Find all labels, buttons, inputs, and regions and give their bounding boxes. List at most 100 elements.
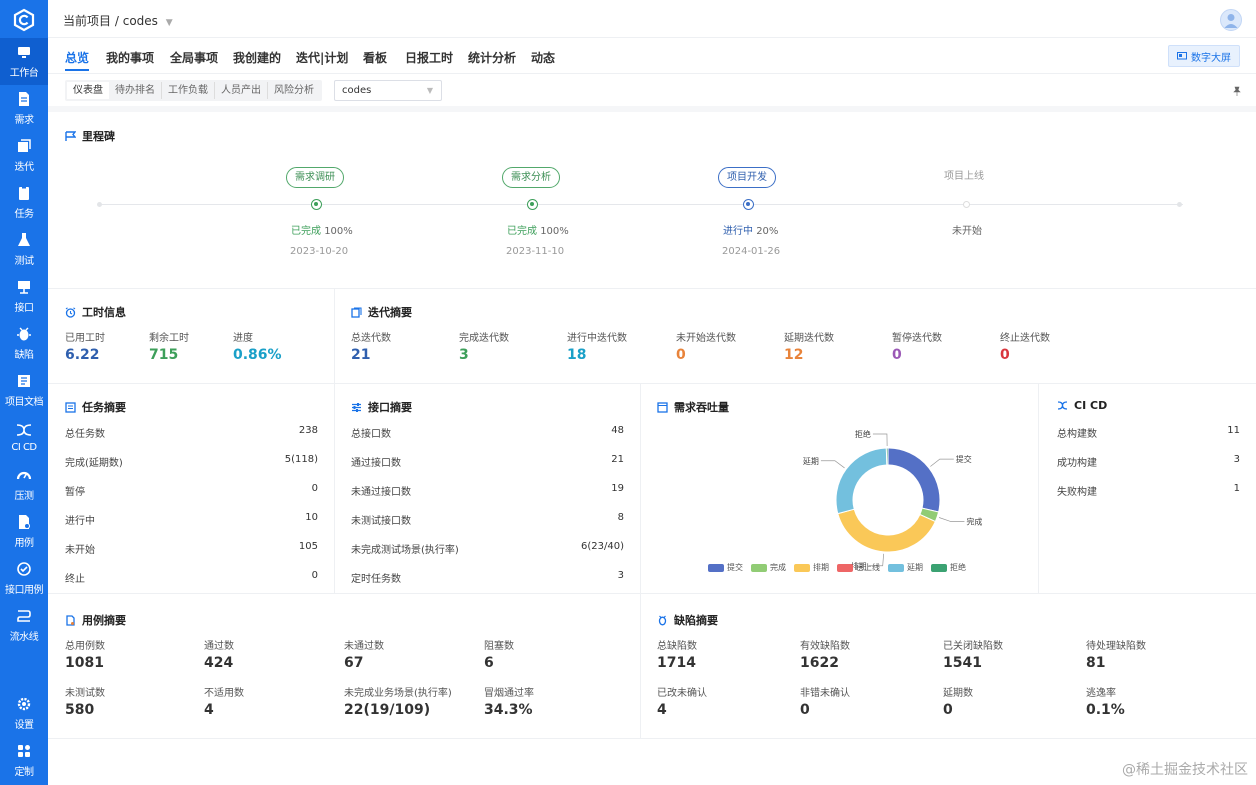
legend-swatch: [794, 563, 810, 572]
big-screen-button[interactable]: 数字大屏: [1168, 45, 1240, 67]
stat-item: 终止迭代数 0: [1000, 329, 1050, 363]
chart-box-icon: [657, 401, 668, 413]
stat-value: 715: [149, 347, 179, 363]
subtab-0[interactable]: 仪表盘: [67, 82, 109, 99]
project-select[interactable]: codes ▼: [334, 80, 442, 101]
sidebar-item-label: 任务: [14, 209, 35, 220]
sidebar-item-8[interactable]: CI CD: [0, 414, 48, 461]
sidebar-item-0[interactable]: 工作台: [0, 38, 48, 85]
stat-label: 有效缺陷数: [800, 641, 850, 652]
sidebar-item-7[interactable]: 项目文档: [0, 367, 48, 414]
app-logo-icon[interactable]: [12, 8, 36, 32]
tab-5[interactable]: 看板: [363, 49, 387, 66]
legend-item[interactable]: 排期: [794, 562, 829, 573]
stat-value: 12: [784, 347, 804, 363]
breadcrumb-project[interactable]: codes: [123, 14, 158, 28]
legend-swatch: [837, 563, 853, 572]
sidebar-item-3[interactable]: 任务: [0, 179, 48, 226]
milestone-status-label: 进行中: [723, 226, 753, 237]
legend-item[interactable]: 拒绝: [931, 562, 966, 573]
avatar[interactable]: [1220, 9, 1242, 31]
slice-label: 提交: [956, 454, 972, 464]
legend-label: 已上线: [856, 563, 880, 572]
subtab-1[interactable]: 待办排名: [109, 82, 162, 99]
worktime-title-text: 工时信息: [82, 306, 126, 319]
row-value: 5(118): [284, 454, 318, 465]
summary-row: 定时任务数 3: [351, 570, 624, 585]
sidebar-item-10[interactable]: 用例: [0, 508, 48, 555]
donut-slice[interactable]: [835, 447, 888, 515]
summary-row: 失败构建 1: [1057, 483, 1240, 498]
subtab-2[interactable]: 工作负载: [162, 82, 215, 99]
sidebar-item-14[interactable]: 定制: [0, 737, 48, 784]
sidebar-item-2[interactable]: 迭代: [0, 132, 48, 179]
stat-value: 22(19/109): [344, 702, 431, 718]
testcase-icon: [66, 614, 75, 626]
slice-label: 延期: [803, 456, 819, 466]
breadcrumb[interactable]: 当前项目 / codes ▼: [63, 12, 173, 29]
chevron-down-icon[interactable]: ▼: [166, 18, 173, 28]
main-tabs: 总览 我的事项 全局事项 我创建的 迭代|计划 看板 日报工时 统计分析 动态: [48, 38, 1256, 74]
tab-6[interactable]: 日报工时: [405, 49, 453, 66]
sidebar-item-5[interactable]: 接口: [0, 273, 48, 320]
tab-2[interactable]: 全局事项: [170, 49, 218, 66]
legend-item[interactable]: 提交: [708, 562, 743, 573]
gauge-icon: [16, 471, 32, 480]
section-divider: [48, 106, 1256, 112]
divider: [1038, 383, 1039, 593]
donut-slice[interactable]: [837, 508, 936, 553]
stat-item: 已改未确认 4: [657, 684, 707, 718]
row-value: 21: [611, 454, 624, 465]
legend-item[interactable]: 完成: [751, 562, 786, 573]
tab-8[interactable]: 动态: [531, 49, 555, 66]
milestone-name[interactable]: 需求分析: [502, 167, 560, 188]
tab-3[interactable]: 我创建的: [233, 49, 281, 66]
sidebar-item-11[interactable]: 接口用例: [0, 555, 48, 602]
sidebar-item-6[interactable]: 缺陷: [0, 320, 48, 367]
summary-row: 总构建数 11: [1057, 425, 1240, 440]
milestone-status: 进行中 20%: [723, 222, 778, 237]
sidebar-item-label: 工作台: [9, 68, 39, 79]
sidebar-item-13[interactable]: 设置: [0, 690, 48, 737]
donut-slice[interactable]: [887, 447, 941, 513]
pin-icon[interactable]: [1232, 86, 1242, 96]
sidebar-item-label: 用例: [14, 538, 35, 549]
stat-item: 冒烟通过率 34.3%: [484, 684, 534, 718]
donut-slice[interactable]: [885, 447, 889, 466]
legend-swatch: [751, 563, 767, 572]
row-label: 进行中: [65, 516, 95, 527]
legend-item[interactable]: 已上线: [837, 562, 880, 573]
sidebar-item-4[interactable]: 测试: [0, 226, 48, 273]
milestone-title: 里程碑: [65, 128, 115, 144]
defect-title: 缺陷摘要: [657, 612, 718, 628]
clipboard-icon: [19, 186, 29, 200]
row-label: 未通过接口数: [351, 487, 411, 498]
milestone-name[interactable]: 项目上线: [936, 167, 992, 188]
grid-icon: [18, 745, 30, 757]
tab-7[interactable]: 统计分析: [468, 49, 516, 66]
tab-4[interactable]: 迭代|计划: [296, 49, 348, 66]
sidebar-item-12[interactable]: 流水线: [0, 602, 48, 649]
stat-label: 未完成业务场景(执行率): [344, 688, 452, 699]
stat-item: 进度 0.86%: [233, 329, 282, 363]
summary-row: 总任务数 238: [65, 425, 318, 440]
sidebar-item-1[interactable]: 需求: [0, 85, 48, 132]
cicd-icon: [16, 424, 32, 436]
row-label: 通过接口数: [351, 458, 401, 469]
tab-0[interactable]: 总览: [65, 49, 90, 71]
milestone-percent: 20%: [756, 226, 779, 237]
milestone-percent: 100%: [540, 226, 569, 237]
subtab-3[interactable]: 人员产出: [215, 82, 268, 99]
subtab-4[interactable]: 风险分析: [268, 82, 320, 99]
sidebar-item-9[interactable]: 压测: [0, 461, 48, 508]
milestone-name[interactable]: 需求调研: [286, 167, 344, 188]
stat-value: 0.1%: [1086, 702, 1125, 718]
document-icon: [19, 92, 29, 106]
milestone-name[interactable]: 项目开发: [718, 167, 776, 188]
tab-1[interactable]: 我的事项: [106, 49, 154, 66]
milestone-status-label: 已完成: [291, 226, 321, 237]
iteration-title-text: 迭代摘要: [368, 306, 412, 319]
throughput-title-text: 需求吞吐量: [674, 401, 729, 414]
milestone-percent: 100%: [324, 226, 353, 237]
legend-item[interactable]: 延期: [888, 562, 923, 573]
